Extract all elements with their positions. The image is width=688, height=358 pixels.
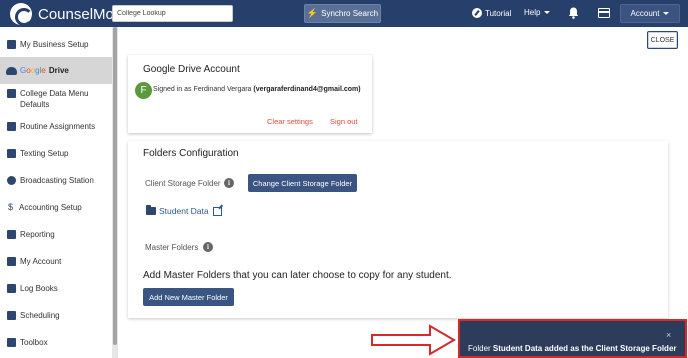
sidebar-item-label: Routine Assignments — [20, 121, 96, 131]
sidebar-item-label: My Account — [20, 256, 62, 266]
folders-configuration-title: Folders Configuration — [143, 148, 239, 159]
toast-message-bold: Student Data added as the Client Storage… — [492, 344, 677, 353]
synchro-search-button[interactable]: ⚡ Synchro Search — [304, 4, 381, 23]
drive-account-title: Google Drive Account — [143, 64, 240, 75]
cloud-icon — [6, 66, 17, 75]
close-icon[interactable]: × — [666, 330, 671, 340]
sign-out-link[interactable]: Sign out — [330, 117, 358, 126]
sidebar-item-label: Reporting — [20, 229, 55, 239]
signed-in-text: Signed in as Ferdinand Vergara (vergaraf… — [153, 86, 361, 93]
top-navbar: CounselMore ⚡ Synchro Search Tutorial He… — [0, 0, 688, 27]
sidebar-item-my-account[interactable]: My Account — [0, 254, 112, 268]
sidebar-item-label: Toolbox — [20, 337, 48, 347]
tutorial-label: Tutorial — [485, 8, 512, 18]
sidebar-item-label: College Data Menu Defaults — [20, 89, 89, 109]
sidebar-item-label: Texting Setup — [20, 148, 69, 158]
user-card-icon — [7, 256, 16, 266]
help-label: Help — [524, 8, 541, 17]
synchro-search-label: Synchro Search — [321, 9, 379, 18]
chevron-down-icon — [663, 12, 670, 15]
google-logo-text: Google — [20, 66, 46, 75]
help-dropdown[interactable]: Help — [524, 8, 551, 17]
brand-logo[interactable]: CounselMore — [10, 3, 127, 26]
bell-icon[interactable] — [568, 7, 579, 19]
calendar-icon[interactable] — [598, 8, 610, 18]
sidebar-item-label: Log Books — [20, 283, 58, 293]
sidebar-item-label: Broadcasting Station — [20, 175, 94, 185]
sidebar-item-label: Drive — [48, 66, 69, 75]
sidebar-item-reporting[interactable]: Reporting — [0, 227, 112, 241]
sidebar: My Business Setup Google Drive College D… — [0, 27, 112, 358]
add-new-master-folder-button[interactable]: Add New Master Folder — [143, 288, 234, 306]
book-icon — [7, 283, 16, 293]
add-master-folders-description: Add Master Folders that you can later ch… — [143, 270, 452, 281]
close-button[interactable]: CLOSE — [647, 31, 678, 49]
sidebar-item-google-drive[interactable]: Google Drive — [0, 57, 112, 84]
clear-settings-link[interactable]: Clear settings — [267, 117, 313, 126]
toolbox-icon — [7, 337, 16, 347]
sidebar-item-my-business-setup[interactable]: My Business Setup — [0, 37, 112, 51]
sidebar-item-log-books[interactable]: Log Books — [0, 281, 112, 295]
student-data-link[interactable]: Student Data — [146, 205, 222, 216]
avatar: F — [135, 82, 152, 99]
sidebar-item-accounting-setup[interactable]: $ Accounting Setup — [0, 200, 112, 214]
info-icon[interactable]: i — [203, 242, 213, 252]
folder-icon — [146, 205, 156, 215]
counselmore-logo-icon — [10, 3, 33, 26]
sidebar-scrollbar-thumb[interactable] — [113, 27, 117, 345]
account-dropdown[interactable]: Account — [620, 4, 680, 23]
tutorial-link[interactable]: Tutorial — [472, 8, 511, 18]
sidebar-item-college-data-menu-defaults[interactable]: College Data Menu Defaults — [0, 88, 112, 110]
client-storage-folder-label: Client Storage Folder — [145, 179, 221, 188]
change-client-storage-folder-button[interactable]: Change Client Storage Folder — [248, 174, 357, 192]
building-icon — [7, 39, 16, 49]
external-link-icon — [212, 206, 222, 216]
list-icon — [7, 121, 16, 131]
book-icon — [7, 89, 16, 98]
highlight-arrow-icon — [371, 324, 456, 356]
sidebar-item-label: Scheduling — [20, 310, 60, 320]
dollar-icon: $ — [8, 202, 14, 212]
student-data-label: Student Data — [159, 206, 209, 216]
lightning-icon: ⚡ — [306, 8, 319, 18]
sidebar-item-label: Accounting Setup — [19, 202, 82, 212]
account-email: (vergaraferdinand4@gmail.com) — [253, 86, 361, 93]
sidebar-item-scheduling[interactable]: Scheduling — [0, 308, 112, 322]
sidebar-item-broadcasting-station[interactable]: Broadcasting Station — [0, 173, 112, 187]
chart-icon — [7, 229, 16, 239]
toast-message: Folder Student Data added as the Client … — [468, 344, 677, 353]
info-icon[interactable]: i — [224, 178, 234, 188]
chat-icon — [7, 148, 16, 158]
sidebar-item-toolbox[interactable]: Toolbox — [0, 335, 112, 349]
sidebar-item-texting-setup[interactable]: Texting Setup — [0, 146, 112, 160]
account-label: Account — [630, 9, 660, 18]
college-lookup-input[interactable] — [112, 5, 233, 22]
master-folders-label: Master Folders — [145, 243, 199, 252]
sidebar-item-label: My Business Setup — [20, 39, 89, 49]
compass-icon — [472, 8, 482, 18]
calendar-icon — [7, 310, 16, 320]
chevron-down-icon — [544, 11, 551, 14]
sidebar-item-routine-assignments[interactable]: Routine Assignments — [0, 119, 112, 133]
broadcast-icon — [7, 175, 16, 185]
